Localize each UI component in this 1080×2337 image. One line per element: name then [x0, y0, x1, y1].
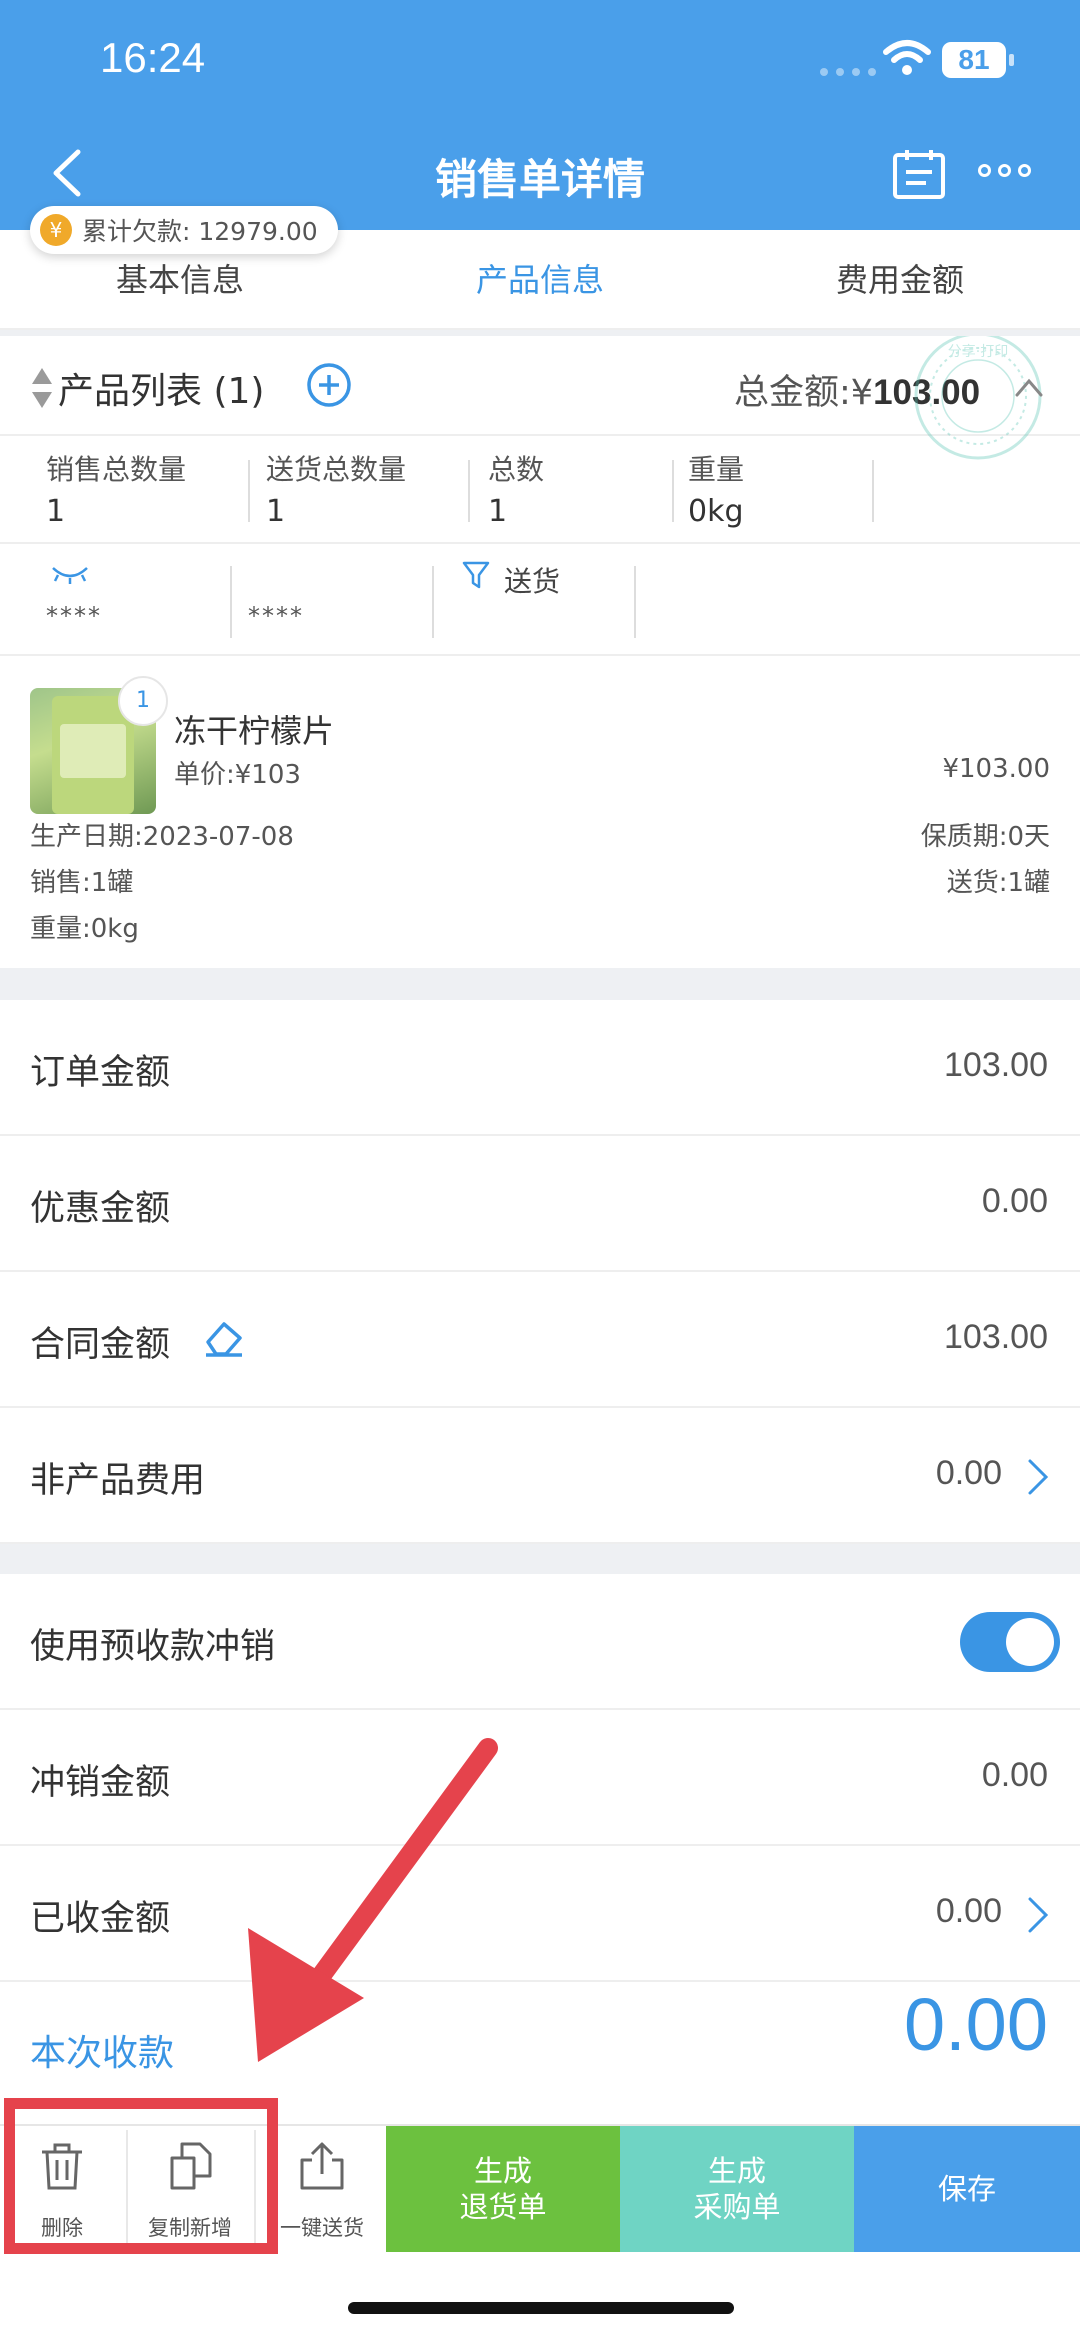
contract-amount-value: 103.00 [944, 1318, 1048, 1356]
eraser-icon[interactable] [202, 1318, 244, 1358]
product-stats: 销售总数量 1 送货总数量 1 总数 1 重量 0kg [0, 438, 1080, 544]
wifi-icon [883, 40, 931, 75]
stat-value: 0kg [688, 494, 744, 529]
chevron-right-icon [1028, 1897, 1049, 1933]
divider [872, 460, 874, 522]
use-prepayment-row: 使用预收款冲销 [0, 1574, 1080, 1710]
return-line-2: 退货单 [459, 2190, 547, 2224]
debt-text: 累计欠款: 12979.00 [82, 217, 318, 246]
purchase-line-2: 采购单 [693, 2190, 781, 2224]
stat-value: 1 [488, 494, 508, 529]
discount-amount-row: 优惠金额 0.00 [0, 1136, 1080, 1272]
stat-label: 销售总数量 [46, 453, 187, 486]
delivery-filter-label[interactable]: 送货 [504, 560, 560, 600]
home-indicator [348, 2302, 734, 2314]
calendar-icon[interactable] [892, 148, 946, 200]
order-amount-value: 103.00 [944, 1046, 1048, 1084]
sort-icon[interactable] [30, 366, 54, 410]
stamp-text: 分享·打印 [948, 343, 1008, 360]
use-prepayment-toggle[interactable] [960, 1612, 1060, 1672]
accumulated-debt-badge[interactable]: ¥ 累计欠款: 12979.00 [30, 206, 338, 254]
offset-amount-label: 冲销金额 [30, 1763, 171, 1803]
divider [432, 566, 434, 638]
return-line-1: 生成 [473, 2154, 532, 2188]
battery-indicator: 81 [942, 42, 1014, 78]
eye-closed-icon[interactable] [50, 564, 90, 586]
divider [468, 460, 470, 522]
contract-amount-label: 合同金额 [30, 1325, 171, 1365]
product-name: 冻干柠檬片 [174, 712, 335, 750]
quantity-badge: 1 [118, 676, 168, 726]
stat-weight: 重量 0kg [688, 448, 744, 534]
product-list-header: 产品列表 (1) 总金额:¥103.00 分享·打印 [0, 336, 1080, 460]
discount-amount-label: 优惠金额 [30, 1189, 171, 1229]
product-line-total: ¥103.00 [942, 754, 1050, 784]
offset-amount-row: 冲销金额 0.00 [0, 1710, 1080, 1846]
sale-quantity: 销售:1罐 [30, 868, 134, 898]
purchase-line-1: 生成 [707, 2154, 766, 2188]
received-amount-row[interactable]: 已收金额 0.00 [0, 1846, 1080, 1982]
use-prepayment-label: 使用预收款冲销 [30, 1627, 276, 1667]
shelf-life: 保质期:0天 [920, 822, 1050, 852]
save-button[interactable]: 保存 [854, 2126, 1080, 2252]
delivery-quantity: 送货:1罐 [946, 868, 1050, 898]
divider [634, 566, 636, 638]
divider [672, 460, 674, 522]
hidden-value: **** [46, 602, 102, 630]
cellular-signal-icon [820, 68, 876, 76]
received-amount-value: 0.00 [935, 1892, 1002, 1930]
stat-label: 送货总数量 [266, 453, 407, 486]
total-amount-label: 总金额:¥ [734, 373, 874, 413]
this-receipt-input[interactable]: 0.00 [904, 1982, 1048, 2067]
non-product-fee-value: 0.00 [935, 1454, 1002, 1492]
offset-amount-value: 0.00 [981, 1756, 1048, 1794]
product-unit-price: 单价:¥103 [174, 760, 301, 790]
yen-coin-icon: ¥ [40, 214, 72, 246]
product-weight: 重量:0kg [30, 914, 139, 944]
share-upload-icon [300, 2142, 344, 2190]
stat-delivery-total: 送货总数量 1 [266, 448, 406, 534]
annotation-highlight-box [4, 2098, 278, 2254]
section-divider [0, 1544, 1080, 1574]
stat-label: 总数 [488, 453, 545, 486]
add-product-icon[interactable] [306, 362, 352, 408]
tab-product-info[interactable]: 产品信息 [360, 230, 720, 328]
save-label: 保存 [937, 2172, 996, 2206]
received-amount-label: 已收金额 [30, 1899, 171, 1939]
divider [248, 460, 250, 522]
more-options-icon[interactable] [978, 164, 1031, 177]
product-list-title: 产品列表 (1) [58, 371, 265, 412]
stat-value: 1 [266, 494, 286, 529]
generate-return-order-button[interactable]: 生成 退货单 [386, 2126, 620, 2252]
stat-total: 总数 1 [488, 448, 544, 534]
stat-sales-total: 销售总数量 1 [46, 448, 186, 534]
hidden-value: **** [248, 602, 304, 630]
generate-purchase-order-button[interactable]: 生成 采购单 [620, 2126, 854, 2252]
discount-amount-value: 0.00 [981, 1182, 1048, 1220]
tab-fee-amount[interactable]: 费用金额 [720, 230, 1080, 328]
chevron-right-icon [1028, 1459, 1049, 1495]
product-item[interactable]: 1 冻干柠檬片 单价:¥103 ¥103.00 生产日期:2023-07-08 … [0, 658, 1080, 968]
stat-value: 1 [46, 494, 66, 529]
status-time: 16:24 [100, 34, 206, 81]
divider [230, 566, 232, 638]
non-product-fee-label: 非产品费用 [30, 1461, 206, 1501]
filter-row: **** **** 送货 [0, 546, 1080, 656]
non-product-fee-row[interactable]: 非产品费用 0.00 [0, 1408, 1080, 1544]
stat-label: 重量 [688, 453, 745, 486]
this-receipt-label: 本次收款 [30, 2033, 175, 2074]
order-amount-row: 订单金额 103.00 [0, 1000, 1080, 1136]
contract-amount-row: 合同金额 103.00 [0, 1272, 1080, 1408]
app-header: 16:24 81 销售单详情 [0, 0, 1080, 230]
collapse-chevron-icon[interactable] [1014, 376, 1044, 398]
section-divider [0, 968, 1080, 1000]
production-date: 生产日期:2023-07-08 [30, 822, 294, 852]
filter-icon[interactable] [462, 560, 490, 590]
order-amount-label: 订单金额 [30, 1053, 171, 1093]
